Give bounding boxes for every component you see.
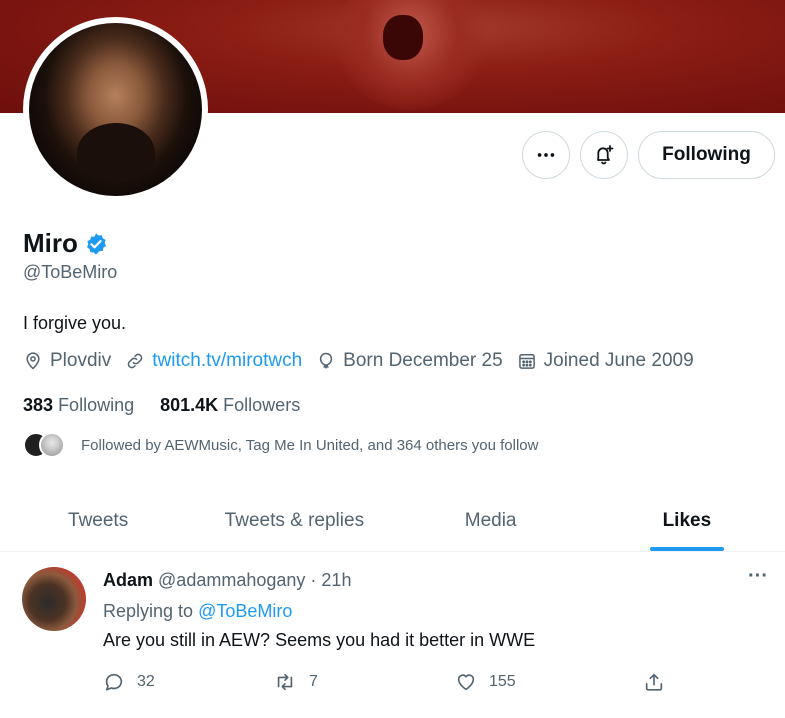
tweet-more-button[interactable]: ··· <box>748 565 768 588</box>
followers-stat[interactable]: 801.4K Followers <box>160 395 300 416</box>
profile-tabs: Tweets Tweets & replies Media Likes <box>0 490 785 552</box>
tweet-actions: 32 7 155 <box>103 671 673 699</box>
avatar-beard <box>77 123 155 183</box>
verified-badge-icon <box>86 233 106 254</box>
tweet-text: Are you still in AEW? Seems you had it b… <box>103 630 536 650</box>
tab-label: Tweets & replies <box>224 509 365 531</box>
joined: Joined June 2009 <box>517 350 694 372</box>
following-stat[interactable]: 383 Following <box>23 395 134 416</box>
website[interactable]: twitch.tv/mirotwch <box>125 350 302 372</box>
tab-tweets[interactable]: Tweets <box>0 490 196 551</box>
tweet-time[interactable]: 21h <box>321 570 351 590</box>
share-button[interactable] <box>643 671 665 693</box>
display-name: Miro <box>23 228 78 258</box>
replying-to: Replying to @ToBeMiro <box>103 601 292 622</box>
location: Plovdiv <box>23 350 111 372</box>
banner-image-mouth <box>383 15 423 60</box>
like-count: 155 <box>489 673 516 690</box>
bell-plus-icon <box>597 145 614 165</box>
tab-likes[interactable]: Likes <box>589 490 785 551</box>
tweet-author-handle[interactable]: @adammahogany <box>158 570 305 590</box>
followed-by-text: Followed by AEWMusic, Tag Me In United, … <box>81 436 539 454</box>
notifications-button[interactable] <box>580 131 628 179</box>
following-button[interactable]: Following <box>638 131 775 179</box>
retweet-count: 7 <box>309 673 318 690</box>
followed-by[interactable]: Followed by AEWMusic, Tag Me In United, … <box>23 432 538 458</box>
reply-icon <box>105 673 123 691</box>
profile-meta: Plovdiv twitch.tv/mirotwch Born December… <box>23 350 708 372</box>
location-pin-icon <box>26 352 40 370</box>
retweet-icon <box>277 673 293 691</box>
avatar-photo <box>29 23 202 196</box>
tab-media[interactable]: Media <box>393 490 589 551</box>
tab-tweets-replies[interactable]: Tweets & replies <box>196 490 392 551</box>
active-tab-indicator <box>649 547 724 551</box>
joined-text: Joined June 2009 <box>543 350 694 371</box>
following-count: 383 <box>23 395 54 415</box>
balloon-icon <box>320 352 333 369</box>
tab-label: Tweets <box>68 509 129 531</box>
website-link[interactable]: twitch.tv/mirotwch <box>152 350 302 372</box>
like-button[interactable]: 155 <box>455 671 516 693</box>
tweet-header: Adam @adammahogany · 21h <box>103 570 351 591</box>
profile-name: Miro <box>23 228 108 259</box>
tweet-author-name[interactable]: Adam <box>103 570 153 590</box>
reply-button[interactable]: 32 <box>103 671 155 693</box>
link-icon <box>127 353 143 369</box>
heart-icon <box>457 674 475 691</box>
more-options-button[interactable] <box>522 131 570 179</box>
more-horizontal-icon <box>537 153 555 157</box>
share-icon <box>645 673 663 691</box>
retweet-button[interactable]: 7 <box>273 671 318 693</box>
follower-avatar <box>39 432 65 458</box>
replying-mention[interactable]: @ToBeMiro <box>198 601 292 621</box>
birthday: Born December 25 <box>316 350 503 372</box>
tweet-author-avatar[interactable] <box>22 567 86 631</box>
tab-label: Media <box>464 509 517 531</box>
follow-stats: 383 Following 801.4K Followers <box>23 395 300 416</box>
calendar-icon <box>518 354 535 369</box>
tweet-separator: · <box>310 570 317 590</box>
reply-count: 32 <box>137 673 155 690</box>
following-button-label: Following <box>662 144 751 165</box>
birthday-text: Born December 25 <box>343 350 503 371</box>
replying-prefix: Replying to <box>103 601 194 621</box>
profile-handle: @ToBeMiro <box>23 262 118 282</box>
profile-avatar[interactable] <box>23 17 208 202</box>
tweet[interactable]: Adam @adammahogany · 21h ··· Replying to… <box>0 553 785 718</box>
followers-label: Followers <box>223 395 301 415</box>
following-label: Following <box>58 395 135 415</box>
profile-bio: I forgive you. <box>23 313 127 333</box>
followers-count: 801.4K <box>160 395 219 415</box>
location-text: Plovdiv <box>50 350 112 371</box>
tab-label: Likes <box>662 509 712 531</box>
